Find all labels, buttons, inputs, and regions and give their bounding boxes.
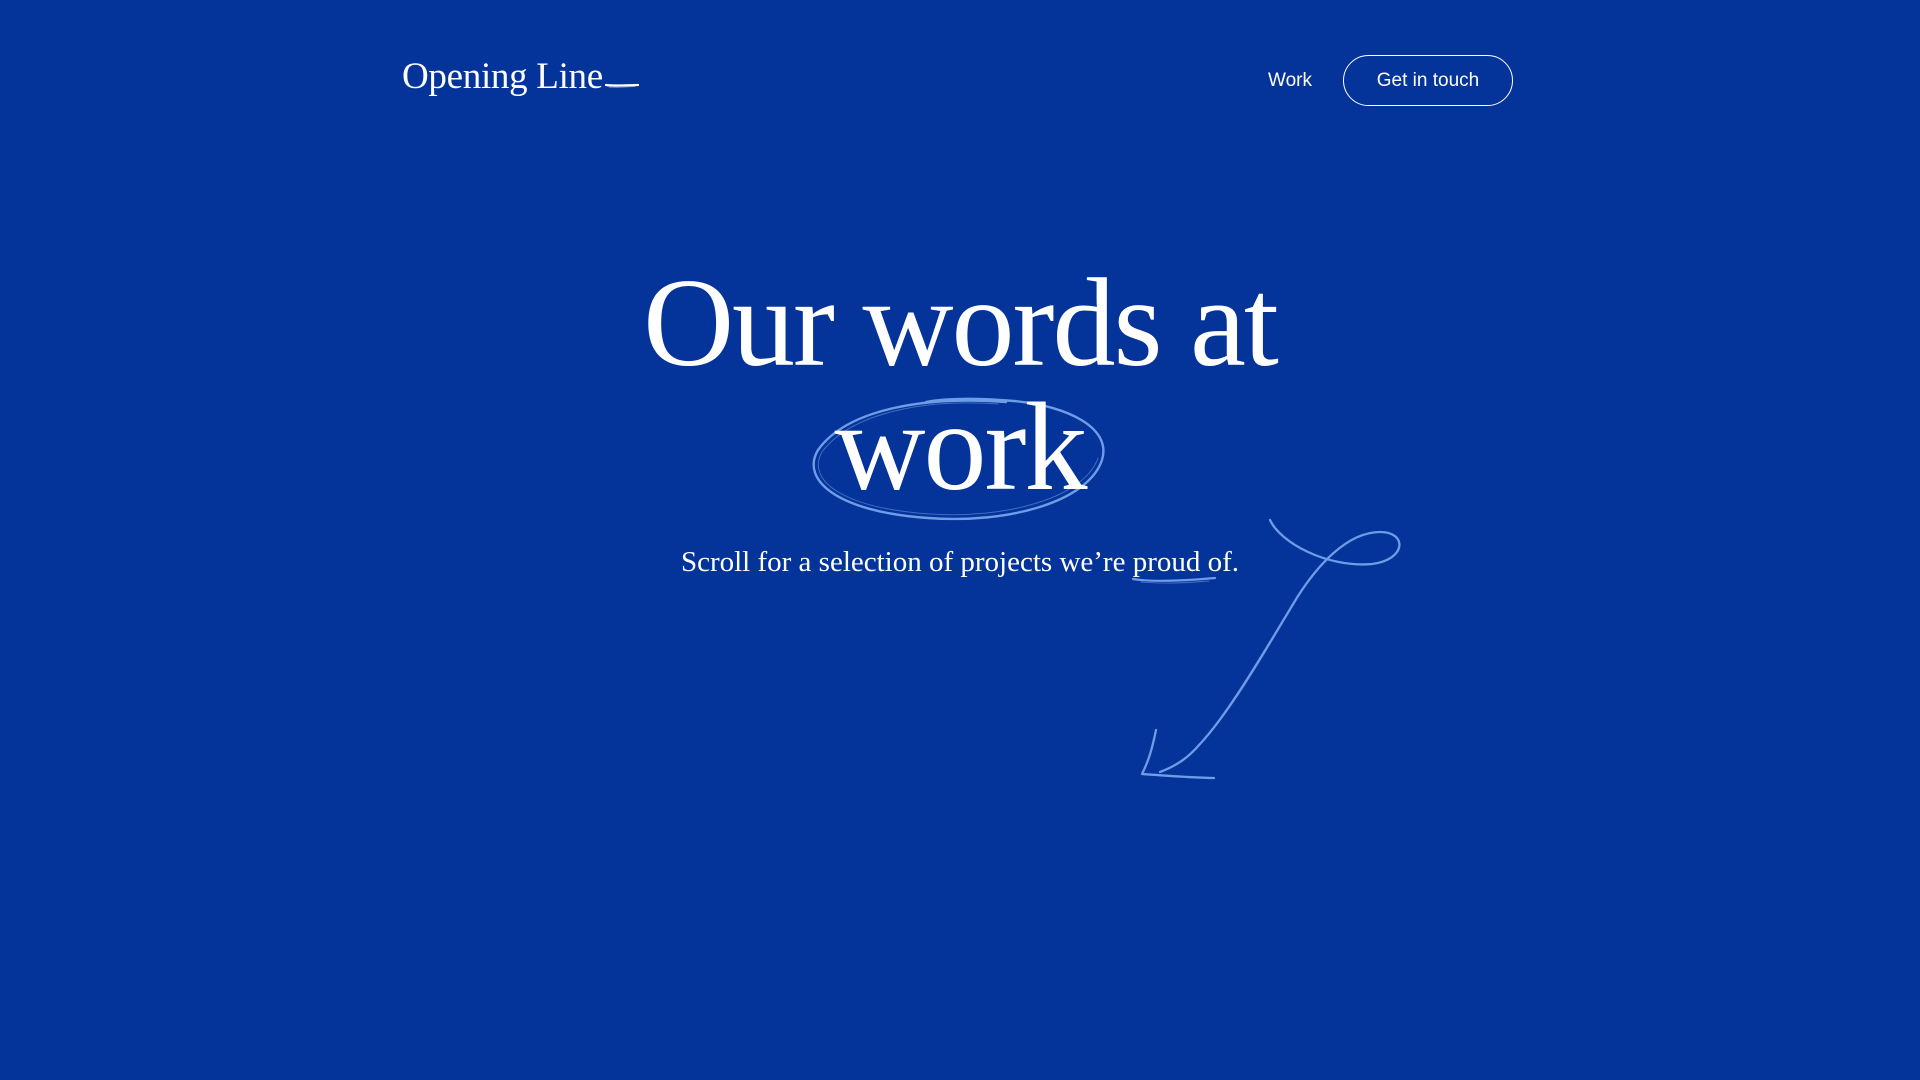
logo[interactable]: Opening Line xyxy=(402,54,639,100)
nav-link-work[interactable]: Work xyxy=(1268,66,1312,96)
logo-text: Opening Line xyxy=(402,56,603,97)
hero-title-line-2: work xyxy=(0,385,1920,511)
hero-title-line-1: Our words at xyxy=(643,254,1279,393)
hand-drawn-arrow-icon xyxy=(1140,518,1401,780)
get-in-touch-button[interactable]: Get in touch xyxy=(1343,55,1513,106)
page: Opening Line Work Get in touch Our words… xyxy=(0,0,1920,1080)
hero-title-highlight-word: work xyxy=(834,378,1088,517)
hero-subtitle: Scroll for a selection of projects we’re… xyxy=(0,540,1920,584)
logo-underscore-icon xyxy=(604,83,639,88)
subtitle-text-before: Scroll for a selection of projects we’re xyxy=(680,546,1133,578)
